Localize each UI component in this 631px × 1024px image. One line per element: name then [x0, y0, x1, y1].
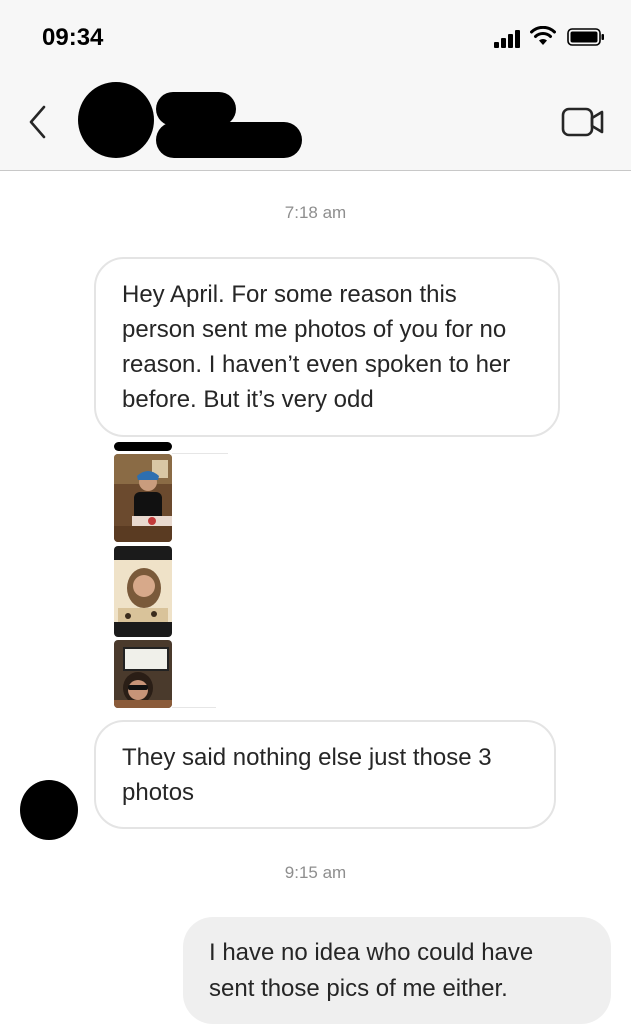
conversation-header [0, 78, 631, 171]
message-timestamp: 9:15 am [284, 863, 347, 882]
contact-name-redacted-2[interactable] [156, 122, 302, 158]
outgoing-message-bubble[interactable]: I have no idea who could have sent those… [183, 917, 611, 1024]
message-text: Hey April. For some reason this person s… [122, 281, 511, 413]
divider [172, 707, 216, 708]
wifi-icon [530, 26, 556, 45]
sender-avatar-redacted[interactable] [20, 780, 78, 840]
status-bar: 09:34 [0, 0, 631, 78]
message-timestamp: 7:18 am [284, 203, 347, 222]
divider [172, 453, 228, 454]
message-text: They said nothing else just those 3 phot… [122, 744, 492, 806]
battery-icon [567, 28, 604, 46]
incoming-message-bubble[interactable]: Hey April. For some reason this person s… [94, 257, 560, 437]
message-text: I have no idea who could have sent those… [209, 939, 534, 1002]
incoming-message-bubble[interactable]: They said nothing else just those 3 phot… [94, 720, 556, 829]
redacted-caption [114, 442, 172, 451]
contact-avatar-redacted[interactable] [78, 82, 154, 158]
contact-name-redacted[interactable] [156, 92, 236, 126]
video-call-icon[interactable] [561, 106, 605, 138]
shared-photo-3[interactable] [114, 640, 172, 708]
shared-photo-1[interactable] [114, 454, 172, 542]
back-chevron-icon[interactable] [26, 104, 50, 140]
cellular-signal-icon [494, 30, 520, 48]
status-time: 09:34 [42, 24, 104, 51]
shared-photo-2[interactable] [114, 546, 172, 637]
